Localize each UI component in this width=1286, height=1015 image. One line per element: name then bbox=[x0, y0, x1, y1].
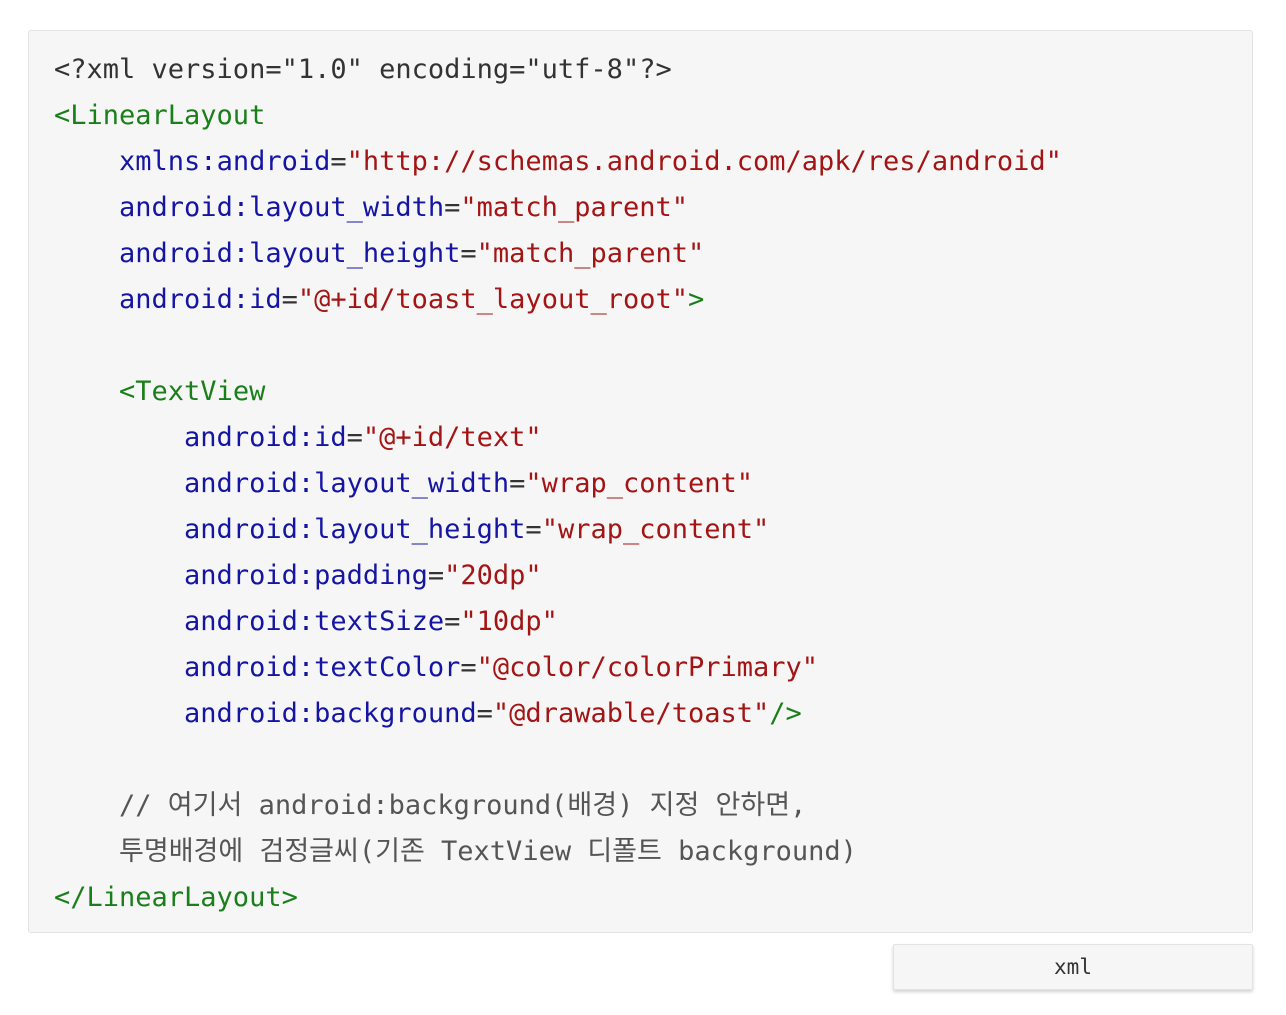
code-token-plain: = bbox=[444, 192, 461, 223]
code-token-plain: <?xml version="1.0" encoding="utf-8"?> bbox=[54, 54, 672, 85]
code-line: android:layout_height="wrap_content" bbox=[54, 507, 1062, 553]
code-token-str: "@+id/toast_layout_root" bbox=[297, 284, 688, 315]
code-token-plain: = bbox=[330, 146, 347, 177]
code-token-str: "@drawable/toast" bbox=[492, 698, 770, 729]
code-token-attr: android:layout_width bbox=[184, 468, 510, 499]
code-token-comment: 투명배경에 검정글씨(기존 TextView 디폴트 background) bbox=[119, 836, 857, 867]
code-line: android:layout_width="wrap_content" bbox=[54, 461, 1062, 507]
code-line: <TextView bbox=[54, 369, 1062, 415]
code-line: xmlns:android="http://schemas.android.co… bbox=[54, 139, 1062, 185]
code-token-plain: = bbox=[460, 652, 477, 683]
code-token-plain: = bbox=[460, 238, 477, 269]
code-token-str: "@color/colorPrimary" bbox=[476, 652, 819, 683]
code-line: 투명배경에 검정글씨(기존 TextView 디폴트 background) bbox=[54, 829, 1062, 875]
code-token-attr: android:id bbox=[119, 284, 282, 315]
code-token-tag: /> bbox=[769, 698, 802, 729]
code-token-comment: // 여기서 android:background(배경) 지정 안하면, bbox=[119, 790, 807, 821]
code-token-str: "20dp" bbox=[444, 560, 542, 591]
code-token-attr: android:background bbox=[184, 698, 477, 729]
code-token-tag: > bbox=[688, 284, 705, 315]
code-line: android:layout_width="match_parent" bbox=[54, 185, 1062, 231]
code-line: android:id="@+id/toast_layout_root"> bbox=[54, 277, 1062, 323]
code-line: android:layout_height="match_parent" bbox=[54, 231, 1062, 277]
code-line: android:textColor="@color/colorPrimary" bbox=[54, 645, 1062, 691]
code-line: </LinearLayout> bbox=[54, 875, 1062, 921]
code-token-str: "http://schemas.android.com/apk/res/andr… bbox=[346, 146, 1062, 177]
code-token-attr: android:layout_height bbox=[119, 238, 461, 269]
code-token-attr: android:padding bbox=[184, 560, 428, 591]
code-token-attr: android:layout_height bbox=[184, 514, 526, 545]
code-lines: <?xml version="1.0" encoding="utf-8"?> <L… bbox=[54, 47, 1062, 921]
code-token-plain: = bbox=[476, 698, 493, 729]
code-token-str: "10dp" bbox=[460, 606, 558, 637]
code-token-tag: </LinearLayout> bbox=[54, 882, 298, 913]
code-token-tag: <TextView bbox=[119, 376, 266, 407]
code-token-attr: android:layout_width bbox=[119, 192, 445, 223]
code-line: // 여기서 android:background(배경) 지정 안하면, bbox=[54, 783, 1062, 829]
code-token-plain: = bbox=[509, 468, 526, 499]
code-token-plain: = bbox=[346, 422, 363, 453]
code-token-str: "wrap_content" bbox=[541, 514, 770, 545]
code-line: <LinearLayout bbox=[54, 93, 1062, 139]
code-line: android:padding="20dp" bbox=[54, 553, 1062, 599]
code-token-str: "match_parent" bbox=[476, 238, 705, 269]
code-line: android:textSize="10dp" bbox=[54, 599, 1062, 645]
code-token-attr: android:textSize bbox=[184, 606, 445, 637]
code-token-plain: = bbox=[444, 606, 461, 637]
code-token-plain: = bbox=[281, 284, 298, 315]
code-token-attr: android:textColor bbox=[184, 652, 461, 683]
code-token-attr: android:id bbox=[184, 422, 347, 453]
code-block: <?xml version="1.0" encoding="utf-8"?> <L… bbox=[28, 30, 1253, 933]
code-token-plain: = bbox=[525, 514, 542, 545]
code-token-str: "@+id/text" bbox=[362, 422, 542, 453]
language-label: xml bbox=[893, 944, 1253, 990]
code-token-str: "match_parent" bbox=[460, 192, 688, 223]
code-token-str: "wrap_content" bbox=[525, 468, 753, 499]
code-token-attr: xmlns:android bbox=[119, 146, 331, 177]
code-line: <?xml version="1.0" encoding="utf-8"?> bbox=[54, 47, 1062, 93]
code-line: android:background="@drawable/toast"/> bbox=[54, 691, 1062, 737]
code-line: android:id="@+id/text" bbox=[54, 415, 1062, 461]
code-token-plain: = bbox=[427, 560, 445, 591]
code-token-tag: <LinearLayout bbox=[54, 100, 266, 131]
